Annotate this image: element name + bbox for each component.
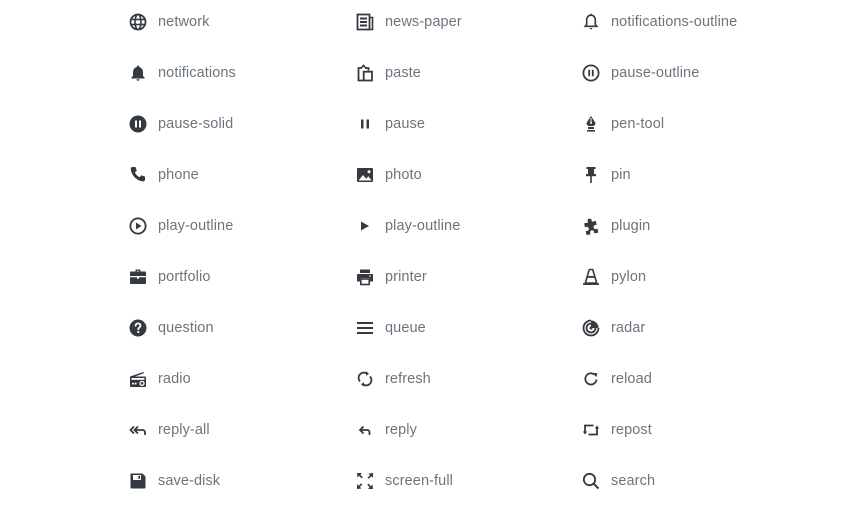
icon-item-pause[interactable]: pause (355, 109, 425, 139)
icon-label: queue (385, 320, 426, 336)
icon-label: repost (611, 422, 652, 438)
question-icon (128, 318, 148, 338)
briefcase-icon (128, 267, 148, 287)
radio-icon (128, 369, 148, 389)
icon-label: pin (611, 167, 631, 183)
plugin-icon (581, 216, 601, 236)
icon-item-search[interactable]: search (581, 466, 655, 496)
icon-label: reply (385, 422, 417, 438)
icon-item-pin[interactable]: pin (581, 160, 631, 190)
icon-item-screen-full[interactable]: screen-full (355, 466, 453, 496)
icon-label: pause-solid (158, 116, 234, 132)
pin-icon (581, 165, 601, 185)
icon-label: refresh (385, 371, 431, 387)
icon-label: notifications-outline (611, 14, 738, 30)
play-icon (355, 216, 375, 236)
network-icon (128, 12, 148, 32)
icon-label: pylon (611, 269, 647, 285)
radar-icon (581, 318, 601, 338)
icon-item-save-disk[interactable]: save-disk (128, 466, 220, 496)
icon-label: printer (385, 269, 427, 285)
reply-icon (355, 420, 375, 440)
icon-label: search (611, 473, 656, 489)
printer-icon (355, 267, 375, 287)
icon-item-notifications[interactable]: notifications (128, 58, 236, 88)
icon-item-pause-outline[interactable]: pause-outline (581, 58, 699, 88)
icon-item-phone[interactable]: phone (128, 160, 199, 190)
photo-icon (355, 165, 375, 185)
phone-icon (128, 165, 148, 185)
icon-item-news-paper[interactable]: news-paper (355, 7, 462, 37)
icon-item-question[interactable]: question (128, 313, 214, 343)
icon-label: photo (385, 167, 422, 183)
icon-label: reload (611, 371, 652, 387)
icon-label: pen-tool (611, 116, 665, 132)
icon-label: paste (385, 65, 421, 81)
icon-label: radar (611, 320, 646, 336)
icon-item-repost[interactable]: repost (581, 415, 652, 445)
icon-item-photo[interactable]: photo (355, 160, 422, 190)
icon-item-queue[interactable]: queue (355, 313, 426, 343)
icon-label: pause (385, 116, 426, 132)
icon-item-pause-solid[interactable]: pause-solid (128, 109, 233, 139)
play-circle-outline-icon (128, 216, 148, 236)
pen-tool-icon (581, 114, 601, 134)
queue-icon (355, 318, 375, 338)
icon-item-radio[interactable]: radio (128, 364, 191, 394)
icon-label: question (158, 320, 214, 336)
icon-label: news-paper (385, 14, 462, 30)
pause-outline-icon (581, 63, 601, 83)
icon-item-radar[interactable]: radar (581, 313, 645, 343)
icon-grid: network notifications pause-solid phone … (0, 0, 850, 510)
icon-label: notifications (158, 65, 236, 81)
search-icon (581, 471, 601, 491)
icon-label: screen-full (385, 473, 453, 489)
icon-label: phone (158, 167, 199, 183)
screen-full-icon (355, 471, 375, 491)
icon-item-pylon[interactable]: pylon (581, 262, 646, 292)
icon-label: portfolio (158, 269, 211, 285)
pause-solid-icon (128, 114, 148, 134)
icon-label: plugin (611, 218, 651, 234)
bell-solid-icon (128, 63, 148, 83)
icon-label: network (158, 14, 210, 30)
icon-item-plugin[interactable]: plugin (581, 211, 650, 241)
icon-item-reply-all[interactable]: reply-all (128, 415, 210, 445)
repost-icon (581, 420, 601, 440)
refresh-icon (355, 369, 375, 389)
icon-item-play-outline-2[interactable]: play-outline (355, 211, 460, 241)
icon-label: reply-all (158, 422, 210, 438)
icon-item-reply[interactable]: reply (355, 415, 417, 445)
icon-item-notifications-outline[interactable]: notifications-outline (581, 7, 737, 37)
icon-item-printer[interactable]: printer (355, 262, 427, 292)
reload-icon (581, 369, 601, 389)
icon-label: pause-outline (611, 65, 700, 81)
icon-item-reload[interactable]: reload (581, 364, 652, 394)
icon-item-refresh[interactable]: refresh (355, 364, 431, 394)
newspaper-icon (355, 12, 375, 32)
icon-label: play-outline (158, 218, 234, 234)
icon-item-play-outline[interactable]: play-outline (128, 211, 233, 241)
floppy-disk-icon (128, 471, 148, 491)
pylon-icon (581, 267, 601, 287)
paste-icon (355, 63, 375, 83)
icon-item-paste[interactable]: paste (355, 58, 421, 88)
pause-icon (355, 114, 375, 134)
icon-item-portfolio[interactable]: portfolio (128, 262, 211, 292)
icon-item-pen-tool[interactable]: pen-tool (581, 109, 664, 139)
bell-outline-icon (581, 12, 601, 32)
reply-all-icon (128, 420, 148, 440)
icon-item-network[interactable]: network (128, 7, 209, 37)
icon-label: radio (158, 371, 191, 387)
icon-label: save-disk (158, 473, 221, 489)
icon-label: play-outline (385, 218, 461, 234)
